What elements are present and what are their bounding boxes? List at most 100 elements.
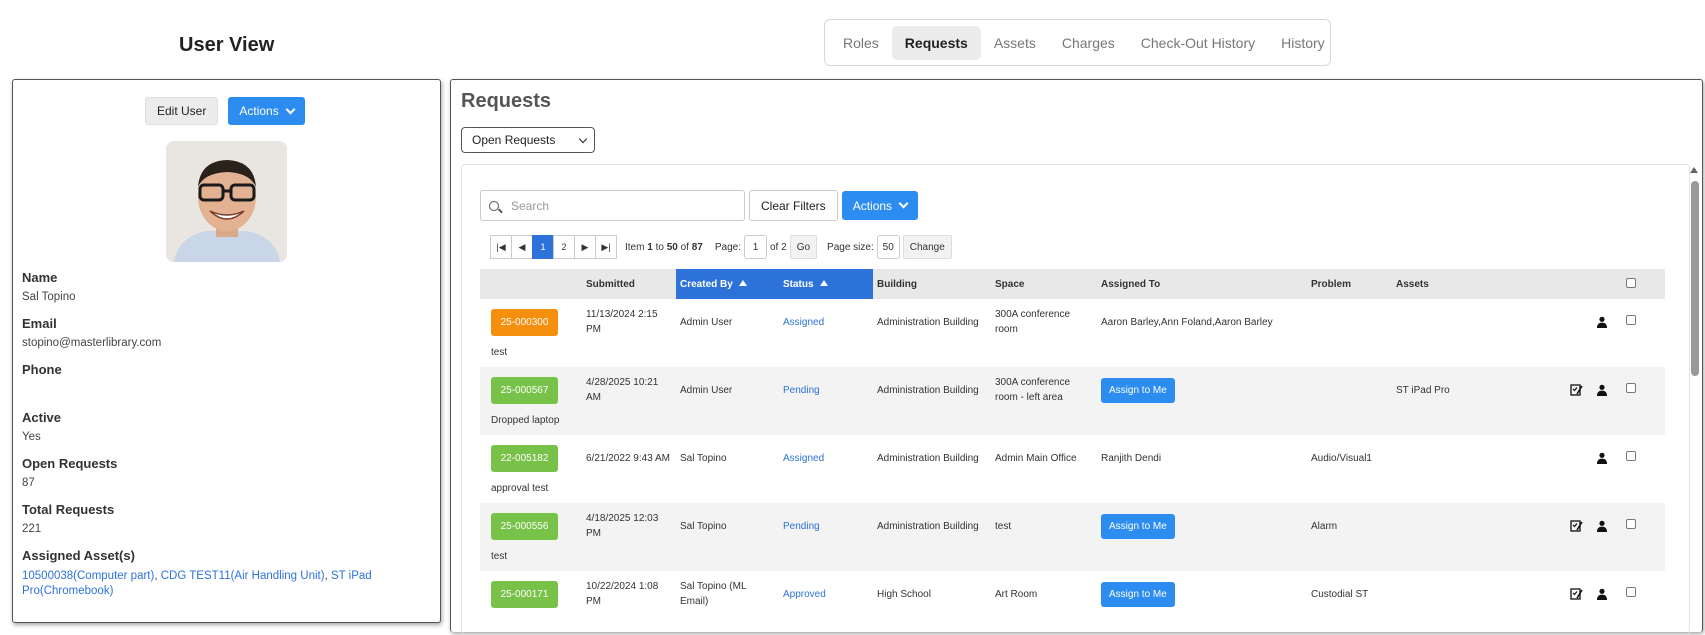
scroll-up-arrow-icon[interactable] <box>1690 167 1698 173</box>
search-placeholder: Search <box>511 198 550 213</box>
avatar <box>166 141 287 262</box>
tab-bar: Roles Requests Assets Charges Check-Out … <box>824 19 1331 66</box>
page-button[interactable]: 1 <box>532 235 554 259</box>
pager: |◀ ◀ 1 2 ▶ ▶| Item 1 to 50 of 87 Page: 1… <box>490 235 952 259</box>
column-header-assigned-to[interactable]: Assigned To <box>1097 269 1307 299</box>
assign-to-me-button[interactable]: Assign to Me <box>1101 377 1175 403</box>
assign-to-me-button[interactable]: Assign to Me <box>1101 581 1175 607</box>
created-by-cell: Sal Topino <box>676 503 779 549</box>
person-icon[interactable] <box>1596 316 1608 328</box>
created-by-cell: Sal Topino (ML Email) <box>680 581 747 607</box>
row-icons-cell <box>1550 503 1622 549</box>
edit-checklist-icon[interactable] <box>1570 519 1583 533</box>
page-title: User View <box>179 34 275 56</box>
table-row[interactable]: 25-000556 4/18/2025 12:03 PM Sal Topino Pen… <box>480 503 1665 549</box>
user-fields: Name Sal Topino Email stopino@masterlibr… <box>22 270 432 612</box>
assets-cell: ST iPad Pro <box>1392 367 1550 413</box>
tab-check-out-history[interactable]: Check-Out History <box>1128 26 1268 60</box>
sort-ascending-icon <box>738 279 747 286</box>
person-icon[interactable] <box>1596 384 1608 396</box>
last-page-icon[interactable]: ▶| <box>595 235 617 259</box>
row-icons-cell <box>1550 435 1622 481</box>
field-value: stopino@masterlibrary.com <box>22 337 162 349</box>
vertical-scrollbar[interactable] <box>1690 165 1700 635</box>
table-row-note: approval test <box>480 481 1665 503</box>
request-filter-select[interactable]: Open Requests <box>461 127 595 153</box>
column-header-submitted[interactable]: Submitted <box>582 269 676 299</box>
request-id-badge[interactable]: 25-000300 <box>491 308 558 336</box>
request-id-badge[interactable]: 25-000171 <box>491 580 558 608</box>
field-value: Yes <box>22 431 41 443</box>
page-input[interactable]: 1 <box>744 235 767 259</box>
edit-user-button[interactable]: Edit User <box>145 97 219 125</box>
created-by-cell: Admin User <box>680 316 733 328</box>
user-actions-button[interactable]: Actions <box>228 97 305 125</box>
scroll-thumb[interactable] <box>1691 181 1699 376</box>
edit-checklist-icon[interactable] <box>1570 587 1583 601</box>
person-icon[interactable] <box>1596 452 1608 464</box>
column-header-problem[interactable]: Problem <box>1307 269 1392 299</box>
tab-roles[interactable]: Roles <box>830 26 892 60</box>
person-icon[interactable] <box>1596 588 1608 600</box>
first-page-icon[interactable]: |◀ <box>490 235 512 259</box>
status-cell[interactable]: Assigned <box>779 299 873 345</box>
assign-to-me-button[interactable]: Assign to Me <box>1101 513 1175 539</box>
status-cell[interactable]: Approved <box>779 571 873 617</box>
request-id-badge[interactable]: 22-005182 <box>491 444 558 472</box>
assets-cell <box>1392 503 1550 549</box>
problem-cell <box>1307 299 1392 345</box>
column-header-assets[interactable]: Assets <box>1392 269 1550 299</box>
asset-link[interactable]: 10500038(Computer part) <box>22 570 154 582</box>
building-cell: Administration Building <box>877 452 979 464</box>
request-id-badge[interactable]: 25-000556 <box>491 512 558 540</box>
requests-grid: Search Clear Filters Actions |◀ ◀ 1 2 ▶ … <box>461 164 1699 634</box>
column-header-space[interactable]: Space <box>991 269 1097 299</box>
row-checkbox[interactable] <box>1626 450 1636 461</box>
page-size-input[interactable]: 50 <box>876 235 900 259</box>
field-label: Name <box>22 270 58 285</box>
column-header-building[interactable]: Building <box>873 269 991 299</box>
table-row[interactable]: 22-005182 6/21/2022 9:43 AM Sal Topino Assi… <box>480 435 1665 481</box>
person-icon[interactable] <box>1596 520 1608 532</box>
status-cell[interactable]: Assigned <box>779 435 873 481</box>
search-icon <box>489 200 499 211</box>
search-input[interactable]: Search <box>480 190 745 221</box>
tab-requests[interactable]: Requests <box>891 25 981 60</box>
request-id-badge[interactable]: 25-000567 <box>491 376 558 404</box>
tab-history[interactable]: History <box>1268 26 1338 60</box>
select-all-checkbox[interactable] <box>1626 277 1636 288</box>
field-phone: Phone <box>22 362 432 397</box>
prev-page-icon[interactable]: ◀ <box>511 235 533 259</box>
column-header-created-by[interactable]: Created By <box>676 269 779 299</box>
page-of: of 2 <box>770 241 787 253</box>
clear-filters-button[interactable]: Clear Filters <box>749 190 838 221</box>
field-assigned-assets: Assigned Asset(s) 10500038(Computer part… <box>22 548 432 599</box>
request-note: test <box>480 549 1665 571</box>
field-label: Assigned Asset(s) <box>22 548 135 563</box>
table-row[interactable]: 25-000171 10/22/2024 1:08 PM Sal Topino (M… <box>480 571 1665 617</box>
assigned-to-cell: Ranjith Dendi <box>1097 435 1307 481</box>
tab-charges[interactable]: Charges <box>1049 26 1128 60</box>
row-checkbox[interactable] <box>1626 314 1636 325</box>
row-checkbox[interactable] <box>1626 586 1636 597</box>
item-from: 1 <box>647 241 653 253</box>
grid-actions-button[interactable]: Actions <box>841 191 919 220</box>
request-filter-value: Open Requests <box>472 133 556 147</box>
change-button[interactable]: Change <box>902 235 952 259</box>
chevron-down-icon <box>898 198 909 209</box>
column-header-status[interactable]: Status <box>779 269 873 299</box>
row-checkbox[interactable] <box>1626 382 1636 393</box>
asset-link[interactable]: CDG TEST11(Air Handling Unit) <box>161 570 325 582</box>
table-row[interactable]: 25-000567 4/28/2025 10:21 AM Admin User Pen… <box>480 367 1665 413</box>
go-button[interactable]: Go <box>789 235 818 259</box>
next-page-icon[interactable]: ▶ <box>574 235 596 259</box>
chevron-down-icon <box>285 104 296 114</box>
tab-assets[interactable]: Assets <box>981 26 1049 60</box>
row-checkbox[interactable] <box>1626 518 1636 529</box>
edit-checklist-icon[interactable] <box>1570 383 1583 397</box>
space-cell: test <box>991 503 1097 549</box>
table-row[interactable]: 25-000300 11/13/2024 2:15 PM Admin User Ass… <box>480 299 1665 345</box>
status-cell[interactable]: Pending <box>779 503 873 549</box>
status-cell[interactable]: Pending <box>779 367 873 413</box>
page-button[interactable]: 2 <box>553 235 575 259</box>
